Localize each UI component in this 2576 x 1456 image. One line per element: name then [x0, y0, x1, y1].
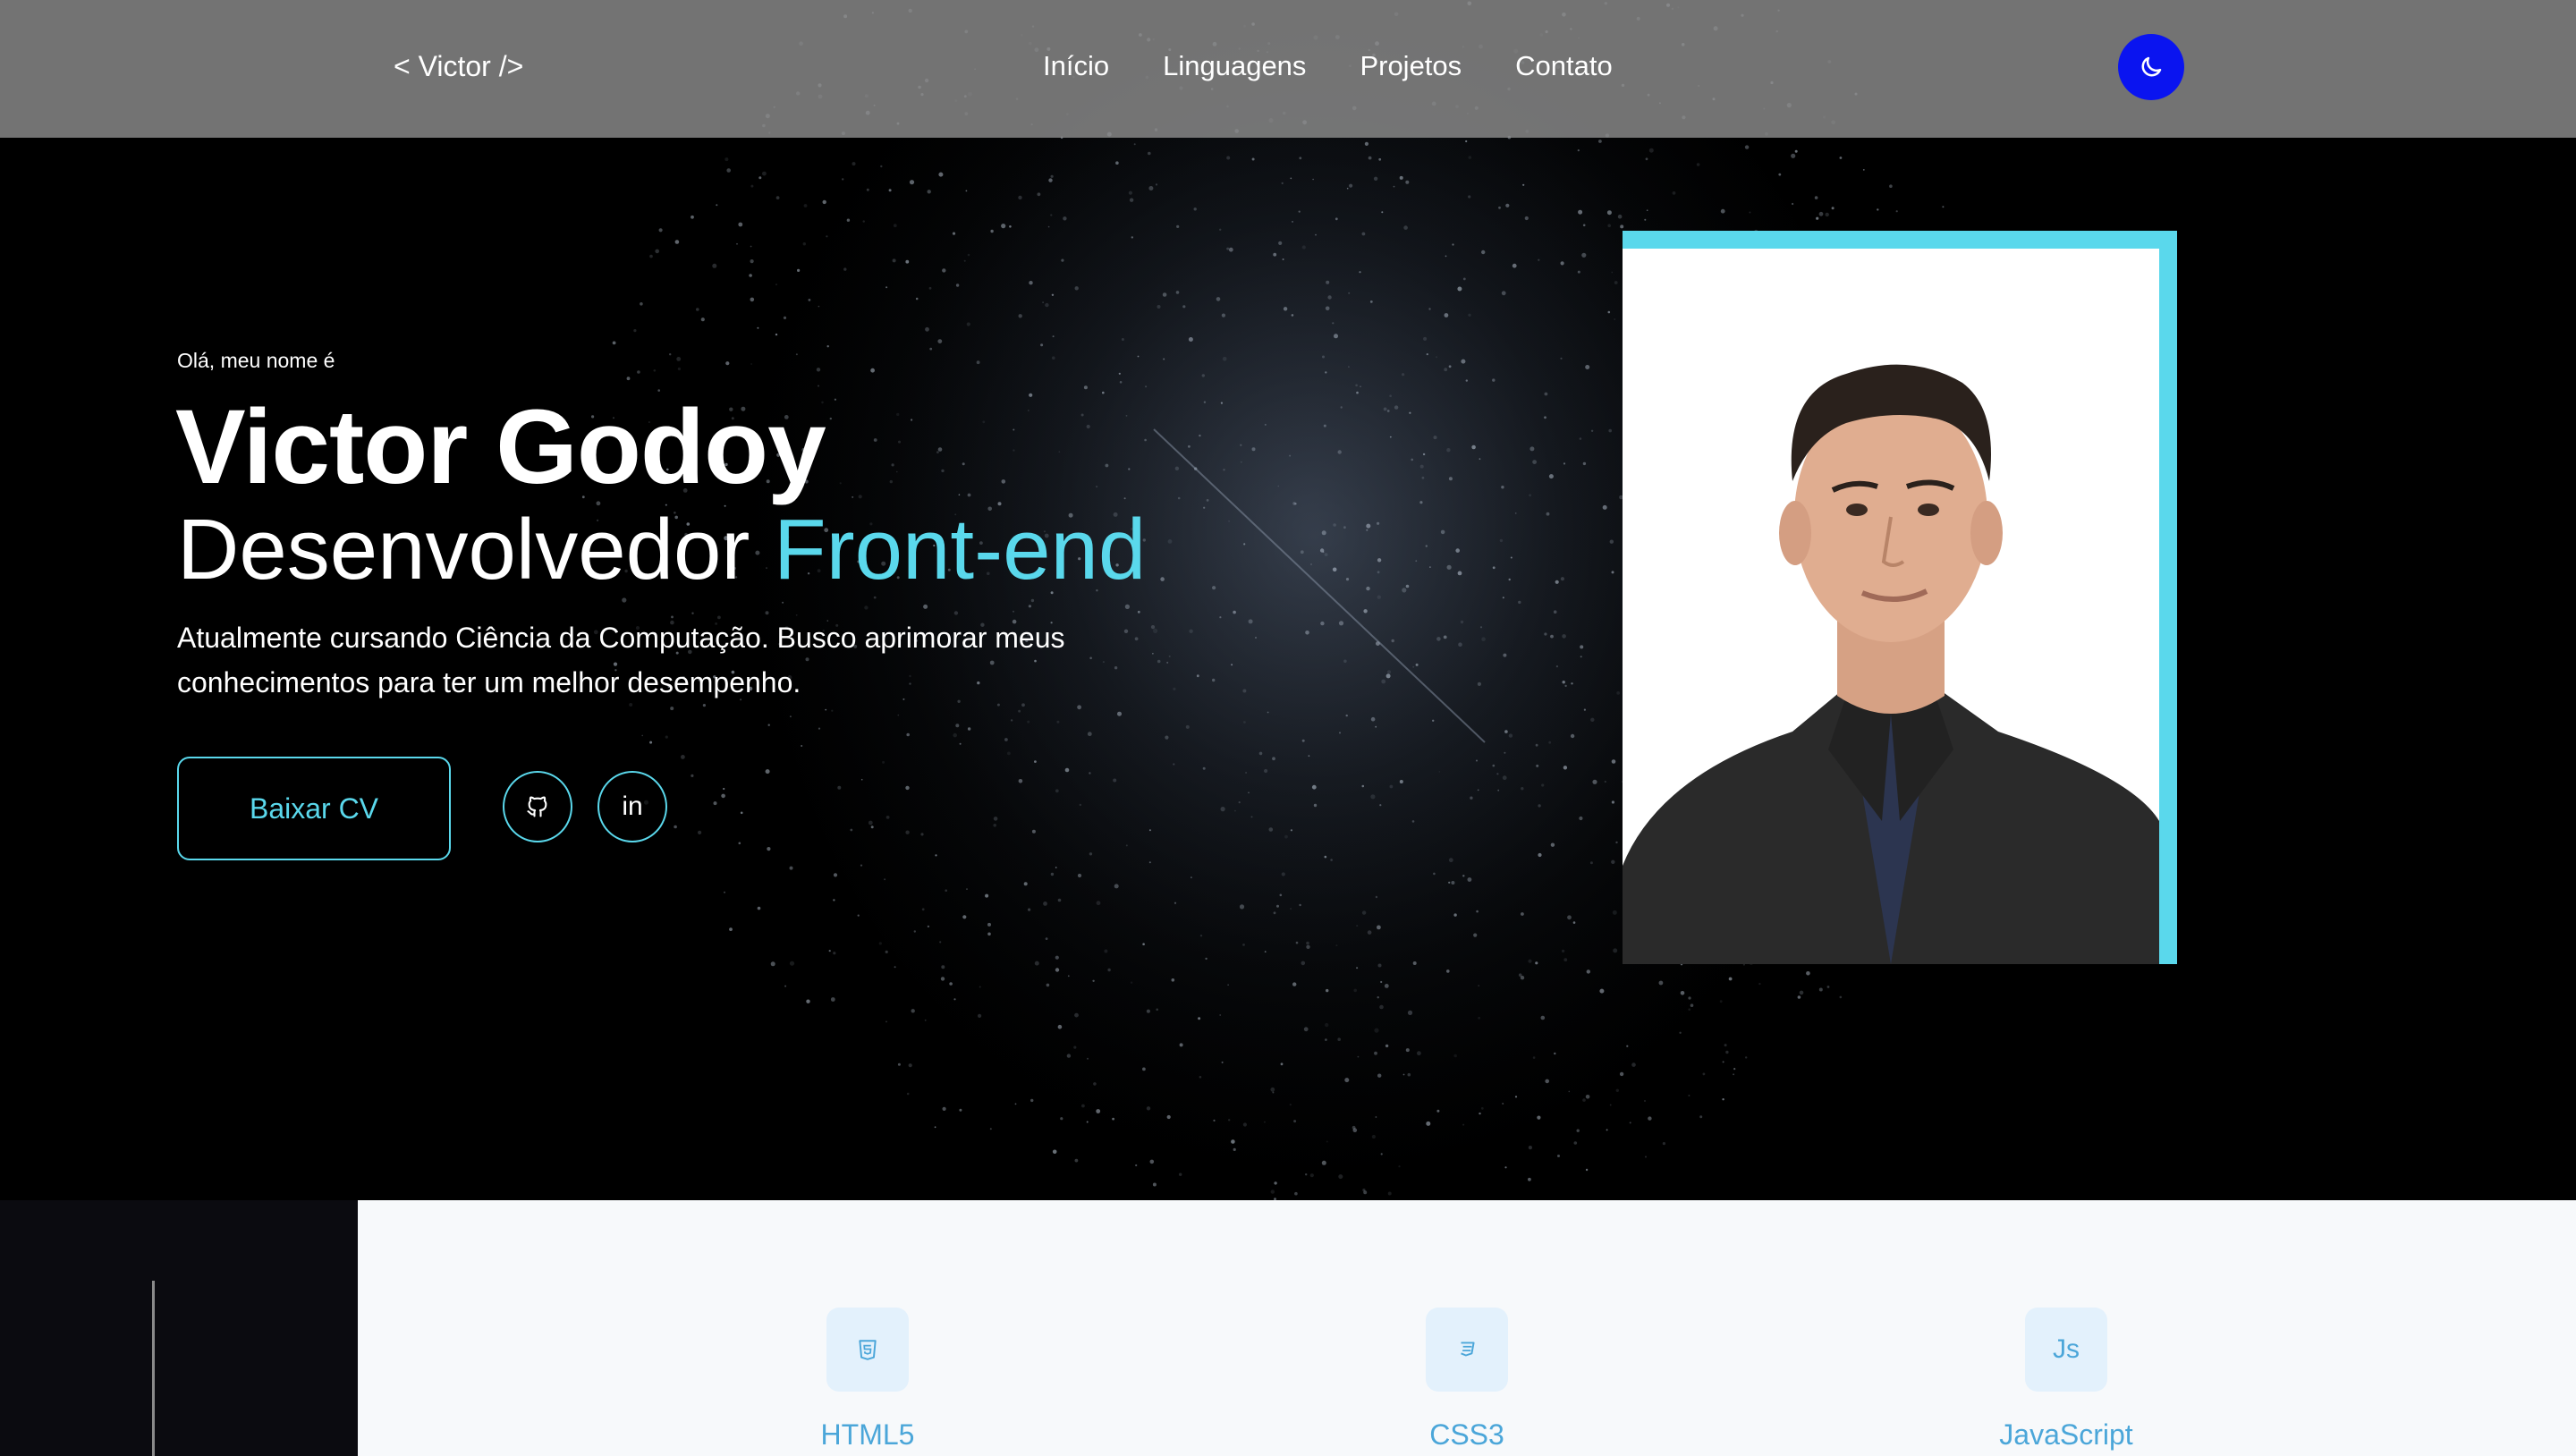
linkedin-icon: in: [622, 791, 643, 821]
globe-dots: [581, 0, 2037, 1200]
site-logo[interactable]: < Victor />: [394, 50, 523, 83]
html5-icon: [826, 1308, 909, 1392]
nav-inicio[interactable]: Início: [1043, 50, 1109, 82]
skill-javascript[interactable]: Js JavaScript: [1932, 1308, 2200, 1452]
hero-role-accent: Front-end: [774, 502, 1147, 597]
hero-description: Atualmente cursando Ciência da Computaçã…: [177, 622, 1065, 698]
moon-icon: [2141, 56, 2162, 77]
side-panel: [0, 1200, 358, 1456]
theme-toggle-button[interactable]: [2118, 34, 2184, 100]
skills-section: HTML5 CSS3 Js JavaScript: [358, 1200, 2576, 1456]
profile-photo: [1623, 249, 2159, 964]
skill-css3[interactable]: CSS3: [1333, 1308, 1601, 1452]
hero-name: Victor Godoy: [175, 388, 826, 506]
github-link[interactable]: [503, 771, 572, 842]
hero-greeting: Olá, meu nome é: [177, 349, 335, 372]
skill-label: JavaScript: [1999, 1418, 2133, 1451]
nav-linguagens[interactable]: Linguagens: [1163, 50, 1306, 82]
js-icon: Js: [2025, 1308, 2107, 1392]
nav-projetos[interactable]: Projetos: [1360, 50, 1462, 82]
github-icon: [527, 796, 547, 817]
nav-contato[interactable]: Contato: [1515, 50, 1613, 82]
skill-label: CSS3: [1429, 1418, 1504, 1451]
skill-html5[interactable]: HTML5: [733, 1308, 1002, 1452]
hero-role: Desenvolvedor Front-end: [177, 501, 1146, 599]
main-nav: Início Linguagens Projetos Contato: [1043, 50, 1613, 82]
top-navbar: < Victor /> Início Linguagens Projetos C…: [0, 0, 2576, 138]
css3-icon: [1426, 1308, 1508, 1392]
background-globe: [0, 0, 2576, 1200]
hero-role-prefix: Desenvolvedor: [177, 502, 775, 597]
download-cv-button[interactable]: Baixar CV: [177, 757, 451, 860]
portrait-illustration: [1623, 249, 2159, 964]
linkedin-link[interactable]: in: [597, 771, 667, 842]
skill-label: HTML5: [820, 1418, 915, 1451]
side-divider-line: [152, 1281, 155, 1456]
